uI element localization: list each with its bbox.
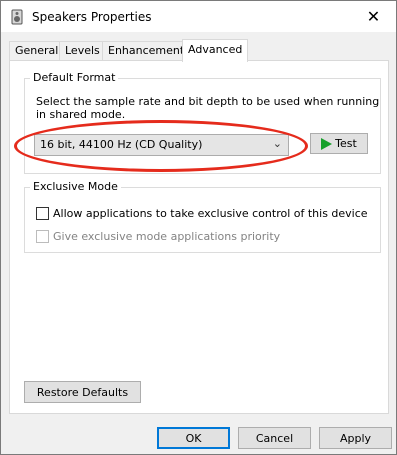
exclusive-mode-title: Exclusive Mode <box>30 180 121 194</box>
play-icon <box>321 137 333 150</box>
tab-levels[interactable]: Levels <box>59 41 106 61</box>
cancel-button[interactable]: Cancel <box>238 427 311 449</box>
default-format-group: Default Format <box>24 71 381 174</box>
ok-button[interactable]: OK <box>157 427 230 449</box>
format-description: Select the sample rate and bit depth to … <box>36 95 380 121</box>
default-format-title: Default Format <box>30 71 119 85</box>
exclusive-priority-label: Give exclusive mode applications priorit… <box>53 230 281 243</box>
test-button[interactable]: Test <box>310 133 368 154</box>
exclusive-priority-row: Give exclusive mode applications priorit… <box>36 230 280 243</box>
allow-exclusive-label: Allow applications to take exclusive con… <box>53 207 368 220</box>
tab-advanced[interactable]: Advanced <box>182 39 249 62</box>
window-title: Speakers Properties <box>32 10 152 24</box>
apply-button[interactable]: Apply <box>319 427 392 449</box>
tab-general[interactable]: General <box>9 41 65 61</box>
tab-strip: General Levels Enhancements Advanced <box>9 39 389 62</box>
chevron-down-icon: ⌄ <box>272 137 282 150</box>
sample-format-dropdown[interactable]: 16 bit, 44100 Hz (CD Quality) ⌄ <box>34 134 289 156</box>
sample-format-value: 16 bit, 44100 Hz (CD Quality) <box>40 138 203 151</box>
exclusive-mode-group: Exclusive Mode <box>24 180 381 253</box>
title-bar: Speakers Properties ✕ <box>1 1 396 32</box>
allow-exclusive-row[interactable]: Allow applications to take exclusive con… <box>36 207 368 220</box>
speaker-icon <box>11 9 23 25</box>
test-button-label: Test <box>335 137 357 150</box>
speakers-properties-dialog: Speakers Properties ✕ General Levels Enh… <box>0 0 397 455</box>
restore-defaults-button[interactable]: Restore Defaults <box>24 381 141 403</box>
exclusive-priority-checkbox <box>36 230 49 243</box>
close-icon: ✕ <box>366 6 381 26</box>
allow-exclusive-checkbox[interactable] <box>36 207 49 220</box>
close-button[interactable]: ✕ <box>351 1 396 31</box>
